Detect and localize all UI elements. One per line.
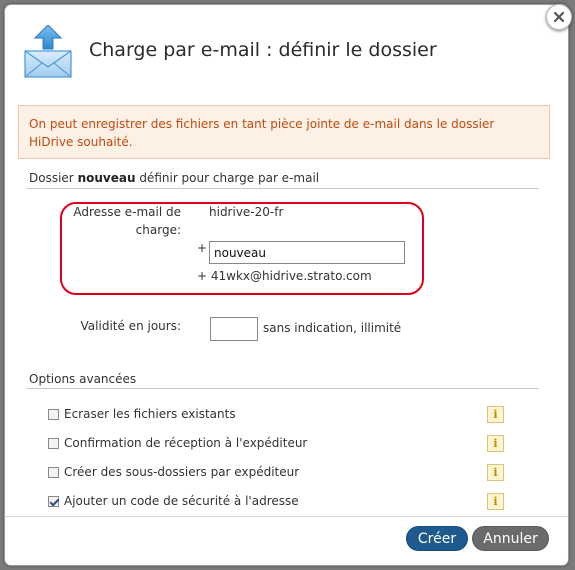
plus-sign: + — [197, 241, 208, 255]
option-checkbox[interactable] — [48, 466, 59, 478]
info-icon[interactable]: i — [487, 493, 504, 510]
info-icon[interactable]: i — [487, 435, 504, 452]
advanced-options-title: Options avancées — [29, 372, 137, 386]
folder-name-bold: nouveau — [77, 171, 136, 185]
section-divider — [26, 188, 539, 189]
dialog-title: Charge par e-mail : définir le dossier — [89, 39, 437, 61]
close-button[interactable] — [546, 4, 572, 30]
email-suffix-value: + 41wkx@hidrive.strato.com — [197, 269, 372, 283]
create-button[interactable]: Créer — [406, 526, 468, 551]
section-divider — [26, 388, 539, 389]
option-row[interactable]: Ecraser les fichiers existants — [48, 405, 236, 423]
option-row[interactable]: Ajouter un code de sécurité à l'adresse — [48, 492, 299, 510]
upload-by-email-dialog: Charge par e-mail : définir le dossier O… — [4, 4, 569, 566]
close-icon — [553, 11, 565, 23]
option-row[interactable]: Confirmation de réception à l'expéditeur — [48, 434, 307, 452]
option-checkbox[interactable] — [48, 437, 59, 449]
option-checkbox[interactable] — [48, 408, 59, 420]
info-icon[interactable]: i — [487, 406, 504, 423]
info-message: On peut enregistrer des fichiers en tant… — [18, 105, 550, 159]
option-row[interactable]: Créer des sous-dossiers par expéditeur — [48, 463, 299, 481]
option-checkbox[interactable] — [48, 495, 59, 507]
upload-envelope-icon — [24, 25, 72, 78]
folder-section-title-suffix: définir pour charge par e-mail — [135, 171, 320, 185]
info-icon[interactable]: i — [487, 464, 504, 481]
folder-section-title: Dossier nouveau définir pour charge par … — [29, 171, 319, 185]
email-address-label: Adresse e-mail de charge: — [73, 205, 181, 237]
cancel-button[interactable]: Annuler — [472, 526, 549, 551]
validity-days-input[interactable] — [210, 317, 258, 341]
validity-hint: sans indication, illimité — [263, 321, 402, 335]
option-label[interactable]: Ecraser les fichiers existants — [64, 407, 236, 421]
option-label[interactable]: Confirmation de réception à l'expéditeur — [64, 436, 307, 450]
option-label[interactable]: Ajouter un code de sécurité à l'adresse — [64, 494, 299, 508]
email-prefix-value: hidrive-20-fr — [209, 205, 284, 219]
folder-section-title-prefix: Dossier — [29, 171, 78, 185]
option-label[interactable]: Créer des sous-dossiers par expéditeur — [64, 465, 299, 479]
folder-name-input[interactable] — [209, 241, 405, 264]
validity-label: Validité en jours: — [80, 319, 181, 333]
